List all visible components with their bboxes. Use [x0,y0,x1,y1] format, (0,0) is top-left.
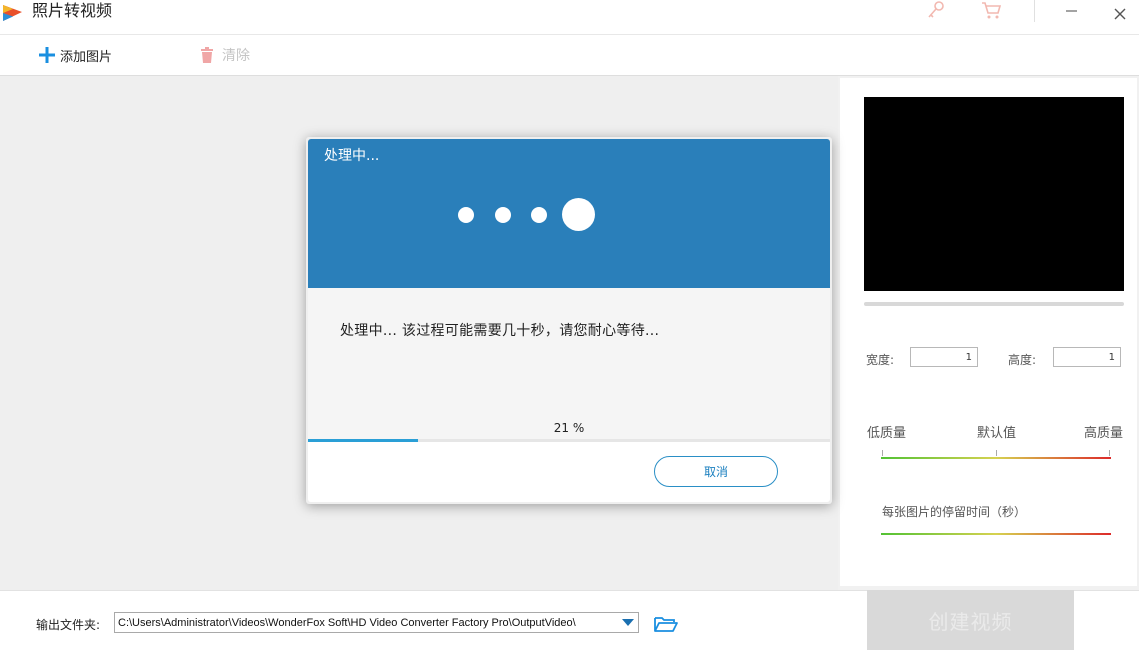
close-icon [1114,8,1126,20]
app-logo-icon [2,1,24,23]
dialog-message: 处理中... 该过程可能需要几十秒，请您耐心等待... [340,323,660,339]
dialog-header: 处理中... [308,139,830,288]
quality-tick [996,450,997,456]
quality-low-label: 低质量 [867,426,907,441]
height-input[interactable] [1053,347,1121,367]
quality-high-label: 高质量 [1084,426,1124,441]
quality-tick [1109,450,1110,456]
dialog-footer: 取消 [308,442,830,502]
title-bar [0,0,1139,35]
chevron-down-icon[interactable] [618,613,638,632]
quality-default-label: 默认值 [977,426,1017,441]
trash-icon [201,47,213,63]
title-separator [1034,0,1035,22]
app-title: 照片转视频 [32,1,113,20]
clear-label: 清除 [222,48,250,64]
key-icon[interactable] [926,0,946,20]
toolbar: 添加图片 清除 [0,35,1139,76]
plus-icon [39,47,55,63]
progress-percent: 21 % [553,421,585,435]
duration-label: 每张图片的停留时间（秒） [882,505,1027,519]
browse-folder-button[interactable] [654,614,678,634]
dialog-title: 处理中... [324,148,380,164]
quality-tick [882,450,883,456]
cancel-button[interactable]: 取消 [654,456,778,487]
cart-icon[interactable] [980,0,1002,20]
add-image-label: 添加图片 [60,49,113,65]
video-preview [864,97,1124,291]
minimize-button[interactable] [1060,0,1084,24]
output-folder-path: C:\Users\Administrator\Videos\WonderFox … [118,616,576,629]
quality-slider[interactable] [881,457,1111,459]
loading-dot-active [562,198,595,231]
preview-seek-bar[interactable] [864,302,1124,306]
height-label: 高度: [1008,353,1037,367]
processing-dialog: 处理中... 处理中... 该过程可能需要几十秒，请您耐心等待... 21 % … [308,139,830,502]
minimize-icon [1066,10,1077,12]
loading-dot [531,207,547,223]
duration-slider[interactable] [881,533,1111,535]
loading-dot [495,207,511,223]
output-folder-select[interactable]: C:\Users\Administrator\Videos\WonderFox … [114,612,639,633]
clear-button[interactable]: 清除 [200,43,250,67]
loading-dot [458,207,474,223]
folder-open-icon [654,617,678,632]
output-folder-label: 输出文件夹: [36,618,101,632]
width-input[interactable] [910,347,978,367]
add-image-button[interactable]: 添加图片 [38,43,112,67]
close-button[interactable] [1108,2,1132,26]
create-video-button[interactable]: 创建视频 [867,590,1074,650]
width-label: 宽度: [866,353,895,367]
